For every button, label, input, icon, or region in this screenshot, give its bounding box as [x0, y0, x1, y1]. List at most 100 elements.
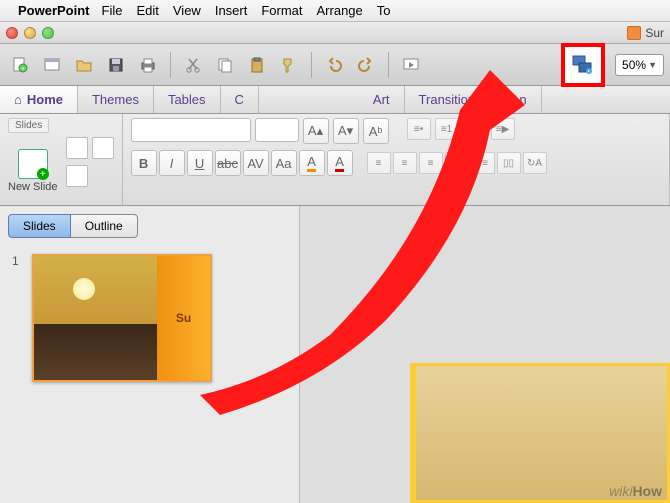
layout-cell[interactable]: [66, 165, 88, 187]
copy-icon[interactable]: [211, 51, 239, 79]
tab-home[interactable]: ⌂Home: [0, 86, 78, 113]
layout-cell[interactable]: [92, 137, 114, 159]
menu-arrange[interactable]: Arrange: [317, 3, 363, 18]
thumb-beach: [34, 324, 157, 380]
italic-label: I: [170, 156, 174, 171]
columns-icon[interactable]: ▯▯: [497, 152, 521, 174]
new-slide-icon: [18, 149, 48, 179]
shrink-font-icon[interactable]: A▾: [333, 118, 359, 144]
text-direction-icon[interactable]: ↻A: [523, 152, 547, 174]
align-center-icon[interactable]: ≡: [393, 152, 417, 174]
slide-editor[interactable]: [300, 206, 670, 503]
close-button[interactable]: [6, 27, 18, 39]
slide-thumbnail-1[interactable]: Su: [32, 254, 212, 382]
slide-canvas[interactable]: [410, 363, 670, 503]
menu-insert[interactable]: Insert: [215, 3, 248, 18]
doc-title-text: Sur: [645, 26, 664, 40]
zoom-button[interactable]: [42, 27, 54, 39]
ribbon-tabs: ⌂Home Themes Tables C Art Transitions An: [0, 86, 670, 114]
align-right-icon[interactable]: ≡: [419, 152, 443, 174]
font-color-button[interactable]: A: [327, 150, 353, 176]
mac-menubar: PowerPoint File Edit View Insert Format …: [0, 0, 670, 22]
indent-dec-icon[interactable]: ◀≡: [463, 118, 487, 140]
menu-edit[interactable]: Edit: [136, 3, 158, 18]
paste-icon[interactable]: [243, 51, 271, 79]
panel-tab-outline[interactable]: Outline: [71, 214, 138, 238]
thumb-sun: [73, 278, 95, 300]
font-size-select[interactable]: [255, 118, 299, 142]
redo-icon[interactable]: [352, 51, 380, 79]
font-family-select[interactable]: [131, 118, 251, 142]
document-title: Sur: [627, 26, 664, 40]
bullets-icon[interactable]: ≡•: [407, 118, 431, 140]
line-spacing-icon[interactable]: ↕≡: [471, 152, 495, 174]
minimize-button[interactable]: [24, 27, 36, 39]
format-painter-icon[interactable]: [275, 51, 303, 79]
panel-tab-slides[interactable]: Slides: [8, 214, 71, 238]
tab-charts-cut[interactable]: C: [221, 86, 259, 113]
change-case-button[interactable]: Aa: [271, 150, 297, 176]
app-name[interactable]: PowerPoint: [18, 3, 90, 18]
ribbon-group-font: A▴ A▾ Aᵇ ≡• ≡1 ◀≡ ≡▶ B I U abc AV Aa A A…: [123, 114, 670, 205]
undo-icon[interactable]: [320, 51, 348, 79]
highlight-color-button[interactable]: A: [299, 150, 325, 176]
slideshow-icon[interactable]: [397, 51, 425, 79]
grow-font-icon[interactable]: A▴: [303, 118, 329, 144]
separator: [388, 52, 389, 78]
media-browser-icon[interactable]: [567, 49, 599, 81]
indent-inc-icon[interactable]: ≡▶: [491, 118, 515, 140]
font-color-label: A: [335, 154, 344, 172]
watermark-suffix: How: [632, 483, 662, 499]
workspace: Slides Outline 1 Su: [0, 206, 670, 503]
menu-file[interactable]: File: [102, 3, 123, 18]
new-slide-button[interactable]: New Slide: [8, 149, 58, 193]
clear-format-icon[interactable]: Aᵇ: [363, 118, 389, 144]
separator: [170, 52, 171, 78]
chevron-down-icon: ▼: [648, 60, 657, 70]
open-icon[interactable]: [70, 51, 98, 79]
numbering-icon[interactable]: ≡1: [435, 118, 459, 140]
tab-home-label: Home: [27, 92, 63, 107]
slide-number: 1: [12, 254, 24, 268]
underline-button[interactable]: U: [187, 150, 213, 176]
save-icon[interactable]: [102, 51, 130, 79]
thumb-title: Su: [157, 256, 210, 380]
slide-thumbnail-row: 1 Su: [12, 254, 287, 382]
watermark-prefix: wiki: [609, 483, 632, 499]
tab-animations-cut[interactable]: An: [497, 86, 542, 113]
slide-panel: Slides Outline 1 Su: [0, 206, 300, 503]
tab-transitions[interactable]: Transitions: [405, 86, 497, 113]
justify-icon[interactable]: ≡: [445, 152, 469, 174]
menu-cut[interactable]: To: [377, 3, 391, 18]
tab-tables[interactable]: Tables: [154, 86, 221, 113]
spacing-icon[interactable]: AV: [243, 150, 269, 176]
print-icon[interactable]: [134, 51, 162, 79]
bold-button[interactable]: B: [131, 150, 157, 176]
template-icon[interactable]: [38, 51, 66, 79]
zoom-value: 50%: [622, 58, 646, 72]
highlight-label: A: [307, 154, 316, 172]
italic-button[interactable]: I: [159, 150, 185, 176]
tab-smartart-cut[interactable]: Art: [359, 86, 405, 113]
align-left-icon[interactable]: ≡: [367, 152, 391, 174]
new-doc-icon[interactable]: +: [6, 51, 34, 79]
tab-themes[interactable]: Themes: [78, 86, 154, 113]
strike-button[interactable]: abc: [215, 150, 241, 176]
separator: [311, 52, 312, 78]
thumb-sky: [34, 256, 157, 324]
cut-icon[interactable]: [179, 51, 207, 79]
layout-cell[interactable]: [66, 137, 88, 159]
menu-format[interactable]: Format: [261, 3, 302, 18]
watermark: wikiHow: [609, 483, 662, 499]
underline-label: U: [195, 156, 204, 171]
quick-toolbar: + 50% ▼: [0, 44, 670, 86]
ribbon-group-slides: Slides New Slide: [0, 114, 123, 205]
thumbnail-list: 1 Su: [0, 246, 299, 390]
zoom-control[interactable]: 50% ▼: [615, 54, 664, 76]
menu-view[interactable]: View: [173, 3, 201, 18]
group-label-slides: Slides: [8, 118, 49, 133]
ribbon: Slides New Slide A▴ A▾ Aᵇ ≡• ≡1 ◀≡ ≡▶: [0, 114, 670, 206]
media-browser-highlight: [561, 43, 605, 87]
window-titlebar: Sur: [0, 22, 670, 44]
doc-icon: [627, 26, 641, 40]
